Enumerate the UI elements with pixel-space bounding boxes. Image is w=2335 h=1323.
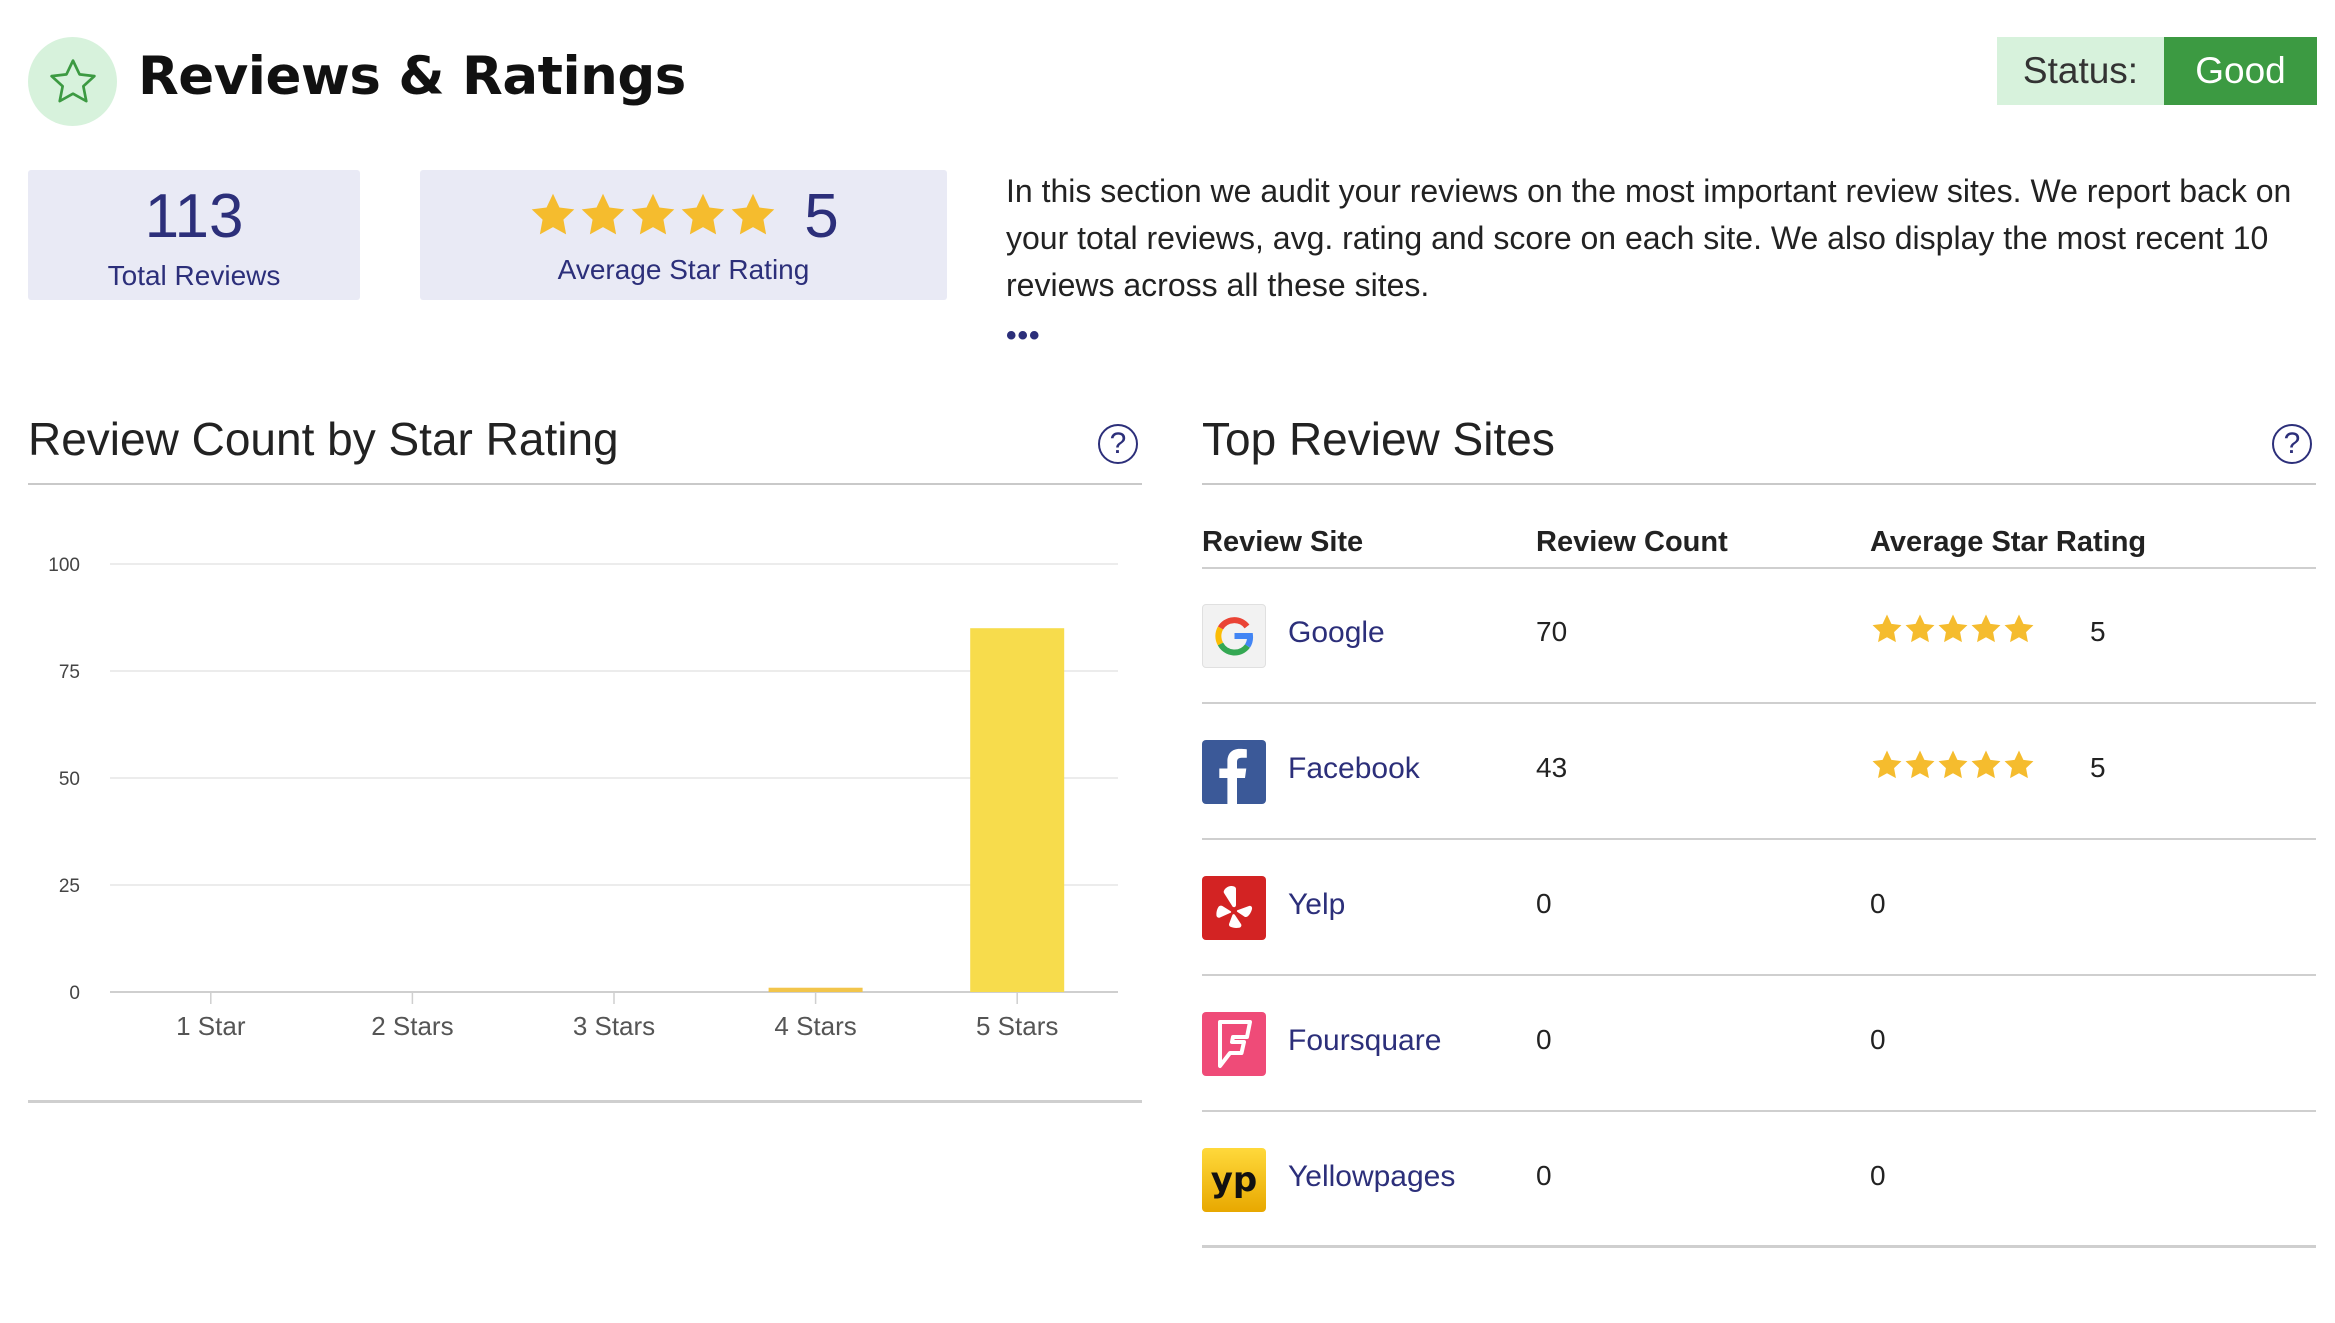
help-circle-icon[interactable]: ? (2272, 424, 2312, 464)
y-tick-label: 50 (59, 769, 80, 790)
y-tick-label: 0 (69, 983, 80, 1004)
section-icon (28, 37, 117, 126)
status-badge: Status: Good (1997, 37, 2317, 105)
star-icon (732, 193, 775, 234)
y-tick-label: 25 (59, 876, 80, 897)
total-reviews-card: 113 Total Reviews (28, 170, 360, 300)
column-header-count: Review Count (1536, 526, 1728, 558)
x-tick-label: 2 Stars (371, 1011, 453, 1041)
google-logo-icon (1202, 604, 1266, 668)
help-circle-icon[interactable]: ? (1098, 424, 1138, 464)
section-description: In this section we audit your reviews on… (1006, 173, 2292, 303)
star-icon (1872, 614, 1902, 643)
sites-section-divider (1202, 483, 2316, 485)
bar (768, 987, 863, 992)
star-icon (2004, 750, 2034, 779)
page-title: Reviews & Ratings (138, 46, 686, 107)
y-tick-label: 100 (48, 555, 80, 576)
chart-section-title: Review Count by Star Rating (28, 413, 619, 465)
star-icon (682, 193, 725, 234)
star-icon (1872, 750, 1902, 779)
star-icon (1971, 750, 2001, 779)
star-icon (1971, 614, 2001, 643)
status-label: Status: (1997, 37, 2164, 105)
sites-section-title: Top Review Sites (1202, 413, 1555, 465)
column-header-rating: Average Star Rating (1870, 526, 2147, 558)
rating-stars (1870, 612, 2036, 651)
more-icon[interactable]: ••• (1006, 321, 1041, 351)
average-rating-card: 5 Average Star Rating (420, 170, 947, 300)
total-reviews-label: Total Reviews (107, 260, 281, 291)
rating-value: 0 (1870, 888, 1886, 919)
star-rating-chart: 0 25 50 75 100 1 Star 2 Stars 3 Stars 4 Stars 5 S… (48, 555, 1118, 1041)
yellowpages-logo-icon: yp (1202, 1148, 1266, 1212)
review-count: 0 (1536, 1160, 1552, 1191)
x-tick-label: 5 Stars (976, 1011, 1058, 1041)
chart-bottom-divider (28, 1100, 1142, 1103)
star-icon (1905, 614, 1935, 643)
rating-value: 5 (2090, 616, 2106, 647)
review-count: 70 (1536, 616, 1568, 647)
status-value: Good (2164, 37, 2317, 105)
star-icon (532, 193, 575, 234)
foursquare-logo-icon (1202, 1012, 1266, 1076)
star-icon (632, 193, 675, 234)
table-row: yp Yellowpages 0 0 (1202, 1112, 2316, 1248)
rating-stars (1870, 748, 2036, 787)
total-reviews-value: 113 (144, 182, 244, 251)
review-count: 0 (1536, 888, 1552, 919)
site-link-facebook[interactable]: Facebook (1288, 752, 1420, 786)
table-row: Google 70 5 (1202, 568, 2316, 704)
column-header-site: Review Site (1202, 526, 1364, 558)
x-tick-label: 4 Stars (774, 1011, 856, 1041)
chart-section-divider (28, 483, 1142, 485)
average-rating-label: Average Star Rating (557, 254, 810, 285)
site-link-yelp[interactable]: Yelp (1288, 888, 1345, 922)
star-outline-icon (49, 58, 96, 102)
star-icon (1905, 750, 1935, 779)
table-row: Foursquare 0 0 (1202, 976, 2316, 1112)
site-link-yellowpages[interactable]: Yellowpages (1288, 1160, 1455, 1194)
svg-text:yp: yp (1211, 1160, 1258, 1200)
bar (970, 628, 1065, 992)
x-tick-label: 3 Stars (573, 1011, 655, 1041)
star-icon (1938, 614, 1968, 643)
star-icon (1938, 750, 1968, 779)
y-tick-label: 75 (59, 662, 80, 683)
facebook-logo-icon (1202, 740, 1266, 804)
rating-value: 0 (1870, 1160, 1886, 1191)
site-link-google[interactable]: Google (1288, 616, 1385, 650)
star-icon (582, 193, 625, 234)
yelp-logo-icon (1202, 876, 1266, 940)
site-link-foursquare[interactable]: Foursquare (1288, 1024, 1441, 1058)
average-stars (528, 190, 778, 245)
review-count: 43 (1536, 752, 1568, 783)
rating-value: 5 (2090, 752, 2106, 783)
table-row: Yelp 0 0 (1202, 840, 2316, 976)
review-count: 0 (1536, 1024, 1552, 1055)
table-row: Facebook 43 5 (1202, 704, 2316, 840)
x-tick-label: 1 Star (176, 1011, 246, 1041)
rating-value: 0 (1870, 1024, 1886, 1055)
average-rating-value: 5 (804, 182, 839, 251)
star-icon (2004, 614, 2034, 643)
